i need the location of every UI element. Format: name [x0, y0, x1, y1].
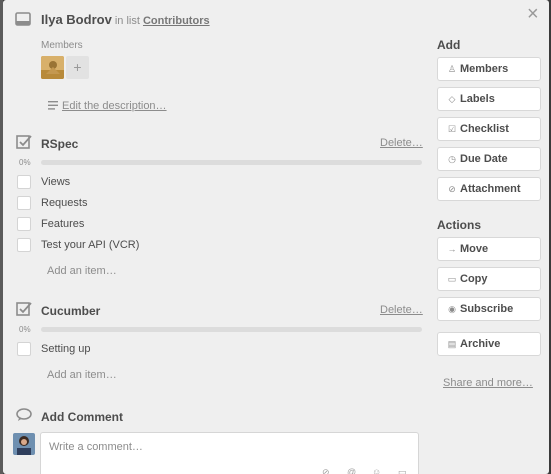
comment-input[interactable]: Write a comment… ⊘ @ ☺ ▭ — [40, 432, 419, 474]
add-labels-button[interactable]: ◇ Labels — [437, 87, 541, 111]
card-detail-window: Ilya Bodrov in list Contributors × Membe… — [3, 0, 549, 474]
checklist-item[interactable]: Views — [41, 176, 70, 188]
checklist-progress-percent: 0% — [19, 158, 31, 167]
checklist-delete-link[interactable]: Delete… — [380, 304, 423, 316]
checklist-item-checkbox[interactable] — [17, 196, 31, 210]
card-title[interactable]: Ilya Bodrov — [41, 12, 112, 27]
clock-icon: ◷ — [448, 154, 456, 164]
checklist-item[interactable]: Features — [41, 218, 84, 230]
emoji-icon[interactable]: ☺ — [372, 467, 381, 474]
checklist-progress-bar — [41, 327, 422, 332]
checklist-progress-percent: 0% — [19, 325, 31, 334]
checklist-item[interactable]: Setting up — [41, 343, 91, 355]
checklist-item-checkbox[interactable] — [17, 238, 31, 252]
close-icon[interactable]: × — [527, 4, 539, 24]
paperclip-icon: ⊘ — [448, 184, 456, 194]
in-list-text: in list — [114, 15, 140, 27]
arrow-right-icon: → — [447, 244, 457, 254]
checklist-icon — [16, 302, 32, 316]
checklist-item-checkbox[interactable] — [17, 217, 31, 231]
checkbox-icon: ☑ — [447, 124, 457, 134]
edit-description-link[interactable]: Edit the description… — [62, 100, 167, 112]
user-avatar — [13, 433, 35, 455]
list-name-link[interactable]: Contributors — [143, 15, 210, 27]
person-icon: ♙ — [447, 64, 457, 74]
tag-icon: ◇ — [448, 94, 456, 104]
mention-icon[interactable]: @ — [347, 467, 356, 474]
checklist-delete-link[interactable]: Delete… — [380, 137, 423, 149]
actions-heading: Actions — [437, 218, 482, 232]
checklist-item[interactable]: Requests — [41, 197, 87, 209]
eye-icon: ◉ — [448, 304, 456, 314]
checklist-title[interactable]: RSpec — [41, 137, 78, 151]
description-icon — [48, 101, 58, 110]
add-attachment-button[interactable]: ⊘ Attachment — [437, 177, 541, 201]
checklist-item[interactable]: Test your API (VCR) — [41, 239, 139, 251]
comment-icon — [16, 408, 32, 421]
add-comment-heading: Add Comment — [41, 410, 123, 424]
add-checklist-button[interactable]: ☑ Checklist — [437, 117, 541, 141]
add-member-button[interactable]: + — [66, 56, 89, 79]
checklist-icon — [16, 135, 32, 149]
members-label: Members — [41, 40, 83, 51]
move-button[interactable]: → Move — [437, 237, 541, 261]
add-heading: Add — [437, 38, 461, 52]
copy-button[interactable]: ▭ Copy — [437, 267, 541, 291]
add-item-link[interactable]: Add an item… — [47, 265, 117, 277]
checklist-item-checkbox[interactable] — [17, 342, 31, 356]
attach-icon[interactable]: ⊘ — [322, 467, 330, 474]
add-due-date-button[interactable]: ◷ Due Date — [437, 147, 541, 171]
checklist-progress-bar — [41, 160, 422, 165]
member-avatar[interactable] — [41, 56, 64, 79]
share-and-more-link[interactable]: Share and more… — [443, 377, 533, 389]
archive-button[interactable]: ▤ Archive — [437, 332, 541, 356]
card-header: Ilya Bodrov in list Contributors — [41, 12, 210, 27]
add-members-button[interactable]: ♙ Members — [437, 57, 541, 81]
archive-icon: ▤ — [447, 339, 457, 349]
copy-icon: ▭ — [447, 274, 457, 284]
subscribe-button[interactable]: ◉ Subscribe — [437, 297, 541, 321]
card-icon — [15, 12, 31, 26]
card-link-icon[interactable]: ▭ — [398, 467, 407, 474]
checklist-title[interactable]: Cucumber — [41, 304, 100, 318]
checklist-item-checkbox[interactable] — [17, 175, 31, 189]
add-item-link[interactable]: Add an item… — [47, 369, 117, 381]
comment-placeholder: Write a comment… — [49, 441, 143, 453]
